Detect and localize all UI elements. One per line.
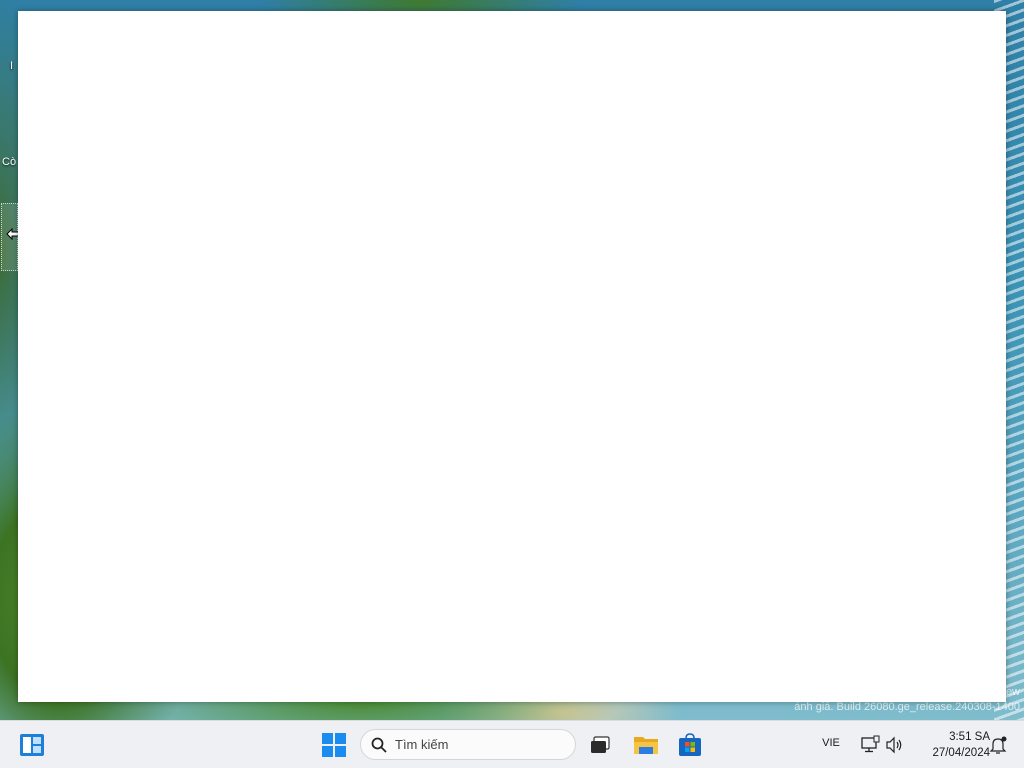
search-icon <box>371 737 387 753</box>
start-button[interactable] <box>316 727 352 763</box>
taskbar-clock[interactable]: 3:51 SA 27/04/2024 <box>910 729 990 761</box>
volume-icon[interactable] <box>884 735 904 755</box>
clock-date: 27/04/2024 <box>932 747 990 759</box>
input-language-indicator[interactable]: VIE <box>816 737 846 749</box>
clock-time: 3:51 SA <box>949 731 990 743</box>
microsoft-store-button[interactable] <box>672 727 708 763</box>
desktop-icon-label-top[interactable]: I <box>10 60 13 72</box>
desktop-icon-label[interactable]: Cò <box>2 156 16 168</box>
windows-start-icon <box>322 733 346 757</box>
taskbar: Tìm kiếm VIE 3:51 SA 27/04/2024 <box>0 720 1024 768</box>
file-explorer-button[interactable] <box>628 727 664 763</box>
blank-app-window[interactable] <box>18 11 1006 702</box>
microsoft-store-icon <box>679 733 701 756</box>
widgets-button[interactable] <box>14 727 50 763</box>
taskbar-search-box[interactable]: Tìm kiếm <box>360 729 576 760</box>
file-explorer-icon <box>634 737 658 754</box>
search-placeholder: Tìm kiếm <box>395 737 449 752</box>
task-view-button[interactable] <box>582 727 618 763</box>
task-view-icon <box>591 736 610 753</box>
network-icon[interactable] <box>860 735 880 755</box>
notifications-icon[interactable] <box>988 735 1008 755</box>
widgets-icon <box>20 734 44 756</box>
watermark-line-2: ánh giá. Build 26080.ge_release.240308-1… <box>794 701 1020 713</box>
